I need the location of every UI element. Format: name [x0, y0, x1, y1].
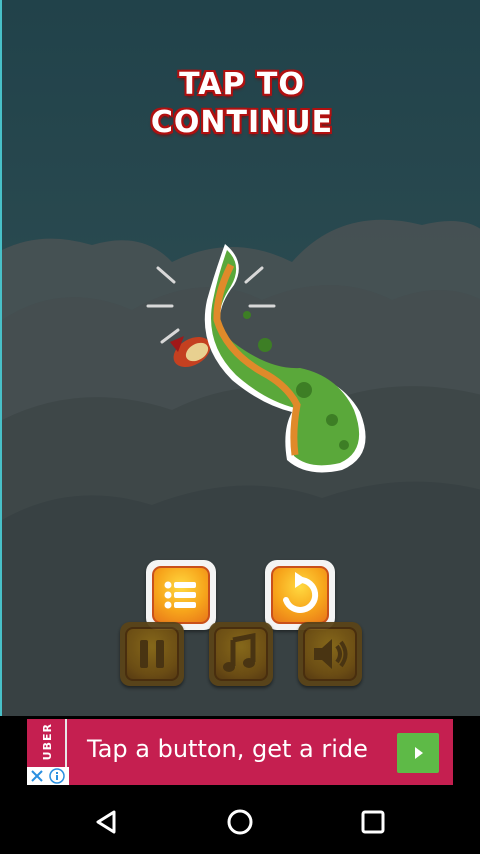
sound-button[interactable] [298, 622, 362, 686]
pause-icon [140, 640, 164, 668]
list-icon [164, 581, 196, 609]
pause-button[interactable] [120, 622, 184, 686]
speaker-icon [314, 639, 348, 669]
recents-square-icon[interactable] [353, 804, 393, 840]
tentacle-icon [204, 244, 366, 473]
music-note-icon [223, 632, 256, 672]
restart-icon [283, 572, 319, 613]
info-icon[interactable] [49, 768, 65, 784]
music-button[interactable] [209, 622, 273, 686]
ad-text: Tap a button, get a ride [87, 735, 368, 763]
ad-choices[interactable] [27, 767, 69, 785]
restart-button[interactable] [265, 560, 335, 630]
tentacle-scene [146, 244, 366, 473]
menu-button[interactable] [146, 560, 216, 630]
home-circle-icon[interactable] [220, 804, 260, 840]
play-arrow-icon [415, 747, 423, 759]
game-screen[interactable]: TAP TO CONTINUE [0, 0, 480, 716]
ad-banner[interactable]: UBER Tap a button, get a ride [27, 719, 453, 785]
back-triangle-icon[interactable] [86, 804, 126, 840]
system-navigation-bar [0, 790, 480, 854]
ad-cta-button[interactable] [397, 733, 439, 773]
close-icon[interactable] [31, 770, 43, 782]
